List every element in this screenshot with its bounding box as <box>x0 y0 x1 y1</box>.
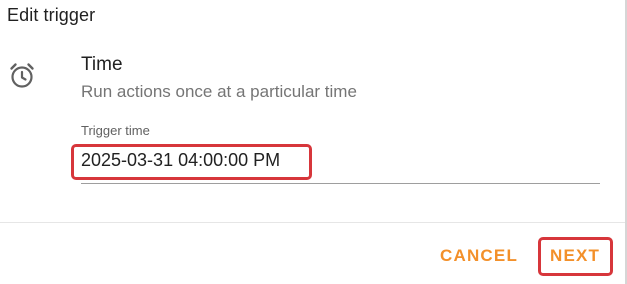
next-button[interactable]: NEXT <box>550 246 600 266</box>
trigger-time-label: Trigger time <box>81 123 150 138</box>
cancel-button[interactable]: CANCEL <box>440 246 518 266</box>
trigger-time-underline <box>81 183 600 184</box>
trigger-time-input[interactable] <box>81 147 311 173</box>
dialog-title: Edit trigger <box>7 5 96 25</box>
alarm-clock-icon <box>8 62 36 90</box>
edit-trigger-dialog: Edit trigger Time Run actions once at a … <box>0 0 627 284</box>
footer-divider <box>0 222 625 223</box>
trigger-type-name: Time <box>81 54 123 75</box>
trigger-type-description: Run actions once at a particular time <box>81 82 357 101</box>
